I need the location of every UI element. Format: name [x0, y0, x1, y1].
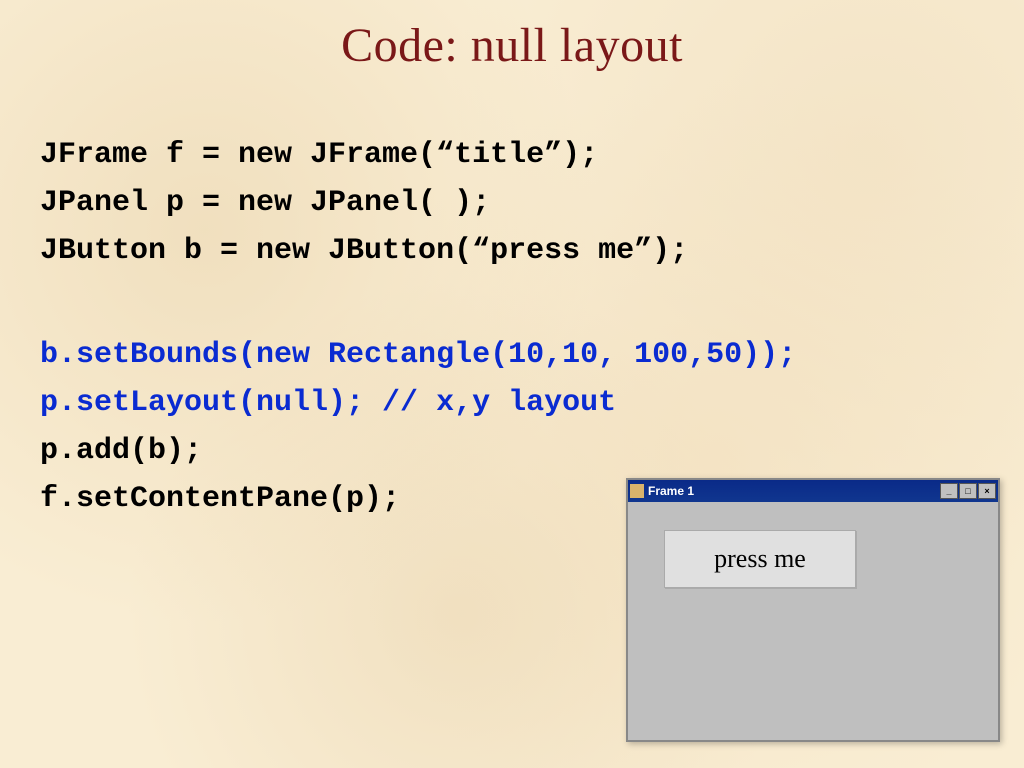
- code-line: p.add(b);: [40, 427, 1024, 475]
- press-me-button[interactable]: press me: [664, 530, 856, 588]
- code-line: p.setLayout(null); // x,y layout: [40, 379, 1024, 427]
- code-line: JButton b = new JButton(“press me”);: [40, 227, 1024, 275]
- titlebar[interactable]: Frame 1 _ □ ×: [628, 480, 998, 502]
- minimize-button[interactable]: _: [940, 483, 958, 499]
- window-title: Frame 1: [648, 484, 939, 498]
- java-icon: [630, 484, 644, 498]
- code-line: b.setBounds(new Rectangle(10,10, 100,50)…: [40, 331, 1024, 379]
- code-line: JPanel p = new JPanel( );: [40, 179, 1024, 227]
- code-block: JFrame f = new JFrame(“title”); JPanel p…: [40, 131, 1024, 523]
- slide-title: Code: null layout: [0, 0, 1024, 73]
- code-line: JFrame f = new JFrame(“title”);: [40, 131, 1024, 179]
- close-button[interactable]: ×: [978, 483, 996, 499]
- maximize-button[interactable]: □: [959, 483, 977, 499]
- demo-window: Frame 1 _ □ × press me: [626, 478, 1000, 742]
- window-body: press me: [628, 502, 998, 740]
